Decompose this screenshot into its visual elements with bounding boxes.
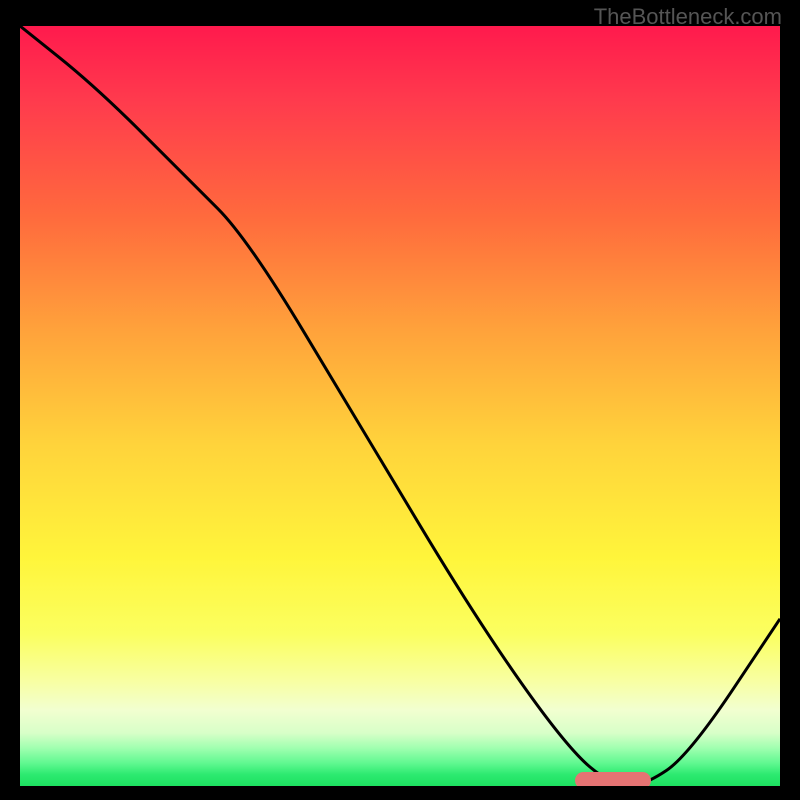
bottleneck-curve — [20, 26, 780, 786]
watermark-text: TheBottleneck.com — [594, 4, 782, 30]
optimal-marker — [575, 772, 651, 786]
chart-plot-area — [20, 26, 780, 786]
curve-path — [20, 26, 780, 786]
